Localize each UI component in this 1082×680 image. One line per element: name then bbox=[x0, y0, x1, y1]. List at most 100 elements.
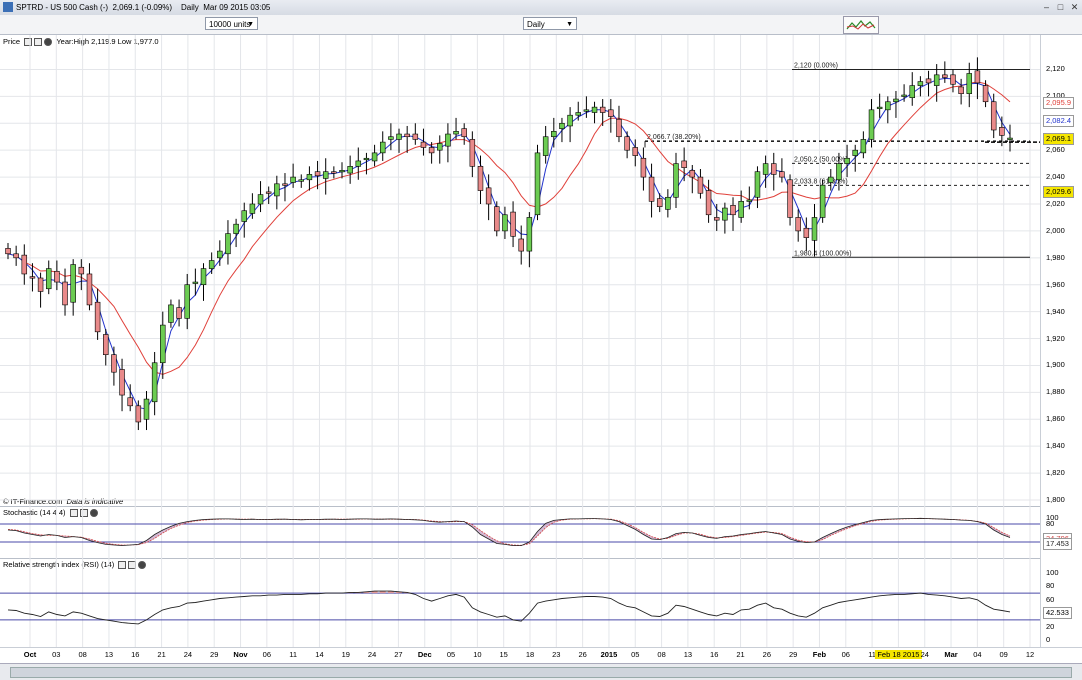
time-axis-label: Dec bbox=[417, 650, 432, 659]
time-axis-label: 24 bbox=[920, 650, 929, 659]
candle-up bbox=[738, 201, 744, 218]
candle-up bbox=[347, 166, 353, 174]
candle-up bbox=[836, 163, 842, 181]
candle-up bbox=[860, 139, 867, 154]
candle-down bbox=[950, 74, 956, 85]
candle-up bbox=[542, 136, 549, 156]
candle-down bbox=[697, 176, 704, 194]
rsi-axis-label: 20 bbox=[1046, 621, 1055, 631]
candle-down bbox=[771, 163, 777, 175]
candle-up bbox=[876, 106, 883, 109]
price-tag: 2,069.1 bbox=[1043, 132, 1075, 145]
price-axis-label: 1,940 bbox=[1046, 306, 1065, 316]
candle-down bbox=[999, 127, 1005, 136]
price-axis-label: 2,040 bbox=[1046, 172, 1065, 182]
time-axis-label: 05 bbox=[631, 650, 640, 659]
moving-average-fast bbox=[7, 77, 1011, 410]
candle-down bbox=[265, 191, 272, 194]
rsi-tag: 42.533 bbox=[1043, 606, 1072, 619]
candle-down bbox=[119, 369, 125, 396]
candle-down bbox=[803, 227, 810, 238]
candle-up bbox=[151, 362, 158, 403]
candle-down bbox=[494, 206, 500, 232]
time-axis-label: 26 bbox=[762, 650, 771, 659]
candle-down bbox=[469, 139, 476, 167]
time-axis-label: 06 bbox=[841, 650, 850, 659]
candle-up bbox=[160, 324, 166, 364]
candle-down bbox=[599, 106, 606, 113]
candle-up bbox=[762, 163, 769, 175]
scrollbar-thumb[interactable] bbox=[10, 667, 1072, 678]
candle-down bbox=[29, 276, 36, 279]
candle-up bbox=[274, 183, 280, 197]
fibonacci-label: 2,120 (0.00%) bbox=[794, 62, 838, 69]
time-axis-label: 21 bbox=[157, 650, 166, 659]
time-axis-label: 21 bbox=[736, 650, 745, 659]
candle-down bbox=[54, 270, 60, 283]
candle-up bbox=[917, 81, 924, 86]
candle-up bbox=[746, 199, 753, 202]
candle-down bbox=[13, 253, 19, 259]
candle-up bbox=[844, 157, 850, 164]
close-icon[interactable]: ✕ bbox=[1068, 2, 1081, 13]
candle-down bbox=[420, 141, 427, 148]
candle-down bbox=[779, 171, 785, 178]
candle-down bbox=[632, 147, 639, 156]
candle-up bbox=[665, 196, 671, 210]
time-axis-label: Nov bbox=[233, 650, 248, 659]
candle-up bbox=[168, 304, 174, 323]
candle-down bbox=[689, 170, 696, 178]
candle-down bbox=[62, 281, 68, 306]
price-tag: 2,095.9 bbox=[1043, 96, 1075, 109]
candle-down bbox=[21, 254, 28, 275]
candle-up bbox=[355, 160, 362, 167]
maximize-icon[interactable]: □ bbox=[1054, 2, 1067, 13]
candle-up bbox=[70, 264, 76, 303]
rsi-axis-label: 80 bbox=[1046, 581, 1055, 591]
candle-down bbox=[78, 266, 85, 275]
candle-down bbox=[428, 147, 435, 154]
rsi-axis-label: 100 bbox=[1046, 568, 1059, 577]
candle-down bbox=[510, 211, 516, 237]
candle-down bbox=[111, 354, 117, 373]
candle-up bbox=[241, 210, 247, 222]
price-axis-label: 2,000 bbox=[1046, 225, 1065, 235]
time-axis-label: 05 bbox=[446, 650, 456, 659]
candle-up bbox=[901, 94, 907, 97]
price-axis-label: 1,980 bbox=[1046, 252, 1065, 262]
candle-up bbox=[363, 157, 370, 161]
candle-down bbox=[86, 273, 93, 306]
time-axis-label: 03 bbox=[52, 650, 61, 659]
candle-down bbox=[982, 85, 989, 103]
candle-up bbox=[567, 114, 573, 127]
time-axis-label: 27 bbox=[394, 650, 403, 659]
stochastic-tag: 17.453 bbox=[1043, 537, 1072, 550]
candle-down bbox=[648, 176, 655, 202]
candle-up bbox=[852, 149, 858, 156]
candle-up bbox=[534, 152, 541, 216]
candlestick-chart[interactable]: 2,120 (0.00%) 2,066.7 (38.20%) 2,050.2 (50… bbox=[0, 0, 1040, 647]
candle-up bbox=[526, 217, 533, 252]
candle-up bbox=[551, 131, 557, 138]
candle-down bbox=[127, 397, 133, 407]
time-axis-label: 29 bbox=[788, 650, 798, 659]
candle-up bbox=[290, 176, 296, 183]
candle-up bbox=[200, 268, 207, 286]
minimize-icon[interactable]: – bbox=[1040, 2, 1053, 13]
time-axis-label: 08 bbox=[78, 650, 87, 659]
candle-up bbox=[445, 133, 451, 147]
candle-up bbox=[502, 214, 508, 232]
time-axis-label: Oct bbox=[23, 650, 37, 659]
time-axis-label: 13 bbox=[104, 650, 114, 659]
candle-up bbox=[257, 194, 264, 205]
candle-up bbox=[819, 184, 826, 218]
candle-down bbox=[461, 128, 467, 138]
candle-up bbox=[298, 179, 305, 182]
chart-scrollbar[interactable] bbox=[0, 663, 1082, 680]
price-axis bbox=[1040, 35, 1082, 657]
candle-down bbox=[681, 160, 687, 168]
time-axis-label: 15 bbox=[499, 650, 508, 659]
time-axis-label: 13 bbox=[683, 650, 693, 659]
time-axis-label: 12 bbox=[1025, 650, 1035, 659]
stochastic-axis-label: 80 bbox=[1046, 519, 1055, 528]
